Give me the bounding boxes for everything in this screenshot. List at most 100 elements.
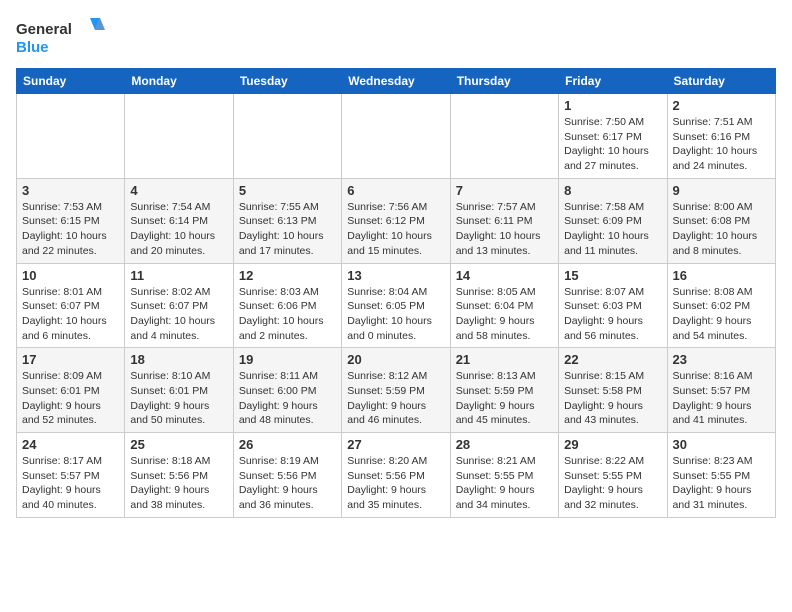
day-info: Sunrise: 8:10 AM Sunset: 6:01 PM Dayligh… — [130, 369, 227, 428]
day-info: Sunrise: 8:13 AM Sunset: 5:59 PM Dayligh… — [456, 369, 553, 428]
svg-text:Blue: Blue — [16, 39, 49, 56]
calendar-cell: 24 Sunrise: 8:17 AM Sunset: 5:57 PM Dayli… — [17, 433, 125, 518]
weekday-header-row: SundayMondayTuesdayWednesdayThursdayFrid… — [17, 69, 776, 94]
day-number: 13 — [347, 268, 444, 283]
day-number: 24 — [22, 437, 119, 452]
day-number: 6 — [347, 183, 444, 198]
weekday-header-tuesday: Tuesday — [233, 69, 341, 94]
weekday-header-wednesday: Wednesday — [342, 69, 450, 94]
calendar-cell: 25 Sunrise: 8:18 AM Sunset: 5:56 PM Dayli… — [125, 433, 233, 518]
day-info: Sunrise: 7:55 AM Sunset: 6:13 PM Dayligh… — [239, 200, 336, 259]
day-number: 3 — [22, 183, 119, 198]
day-info: Sunrise: 8:18 AM Sunset: 5:56 PM Dayligh… — [130, 454, 227, 513]
calendar-cell — [125, 94, 233, 179]
day-info: Sunrise: 8:01 AM Sunset: 6:07 PM Dayligh… — [22, 285, 119, 344]
day-number: 11 — [130, 268, 227, 283]
day-number: 1 — [564, 98, 661, 113]
day-info: Sunrise: 8:19 AM Sunset: 5:56 PM Dayligh… — [239, 454, 336, 513]
day-number: 30 — [673, 437, 770, 452]
calendar-cell: 1 Sunrise: 7:50 AM Sunset: 6:17 PM Daylig… — [559, 94, 667, 179]
day-number: 8 — [564, 183, 661, 198]
calendar-cell — [342, 94, 450, 179]
day-number: 27 — [347, 437, 444, 452]
day-info: Sunrise: 8:02 AM Sunset: 6:07 PM Dayligh… — [130, 285, 227, 344]
calendar-cell: 4 Sunrise: 7:54 AM Sunset: 6:14 PM Daylig… — [125, 178, 233, 263]
day-info: Sunrise: 7:56 AM Sunset: 6:12 PM Dayligh… — [347, 200, 444, 259]
day-number: 2 — [673, 98, 770, 113]
day-number: 28 — [456, 437, 553, 452]
day-number: 5 — [239, 183, 336, 198]
calendar-cell: 29 Sunrise: 8:22 AM Sunset: 5:55 PM Dayli… — [559, 433, 667, 518]
day-info: Sunrise: 8:20 AM Sunset: 5:56 PM Dayligh… — [347, 454, 444, 513]
calendar-cell: 3 Sunrise: 7:53 AM Sunset: 6:15 PM Daylig… — [17, 178, 125, 263]
day-number: 23 — [673, 352, 770, 367]
calendar-cell: 21 Sunrise: 8:13 AM Sunset: 5:59 PM Dayli… — [450, 348, 558, 433]
day-info: Sunrise: 8:00 AM Sunset: 6:08 PM Dayligh… — [673, 200, 770, 259]
day-number: 9 — [673, 183, 770, 198]
calendar-week-3: 10 Sunrise: 8:01 AM Sunset: 6:07 PM Dayli… — [17, 263, 776, 348]
calendar-week-1: 1 Sunrise: 7:50 AM Sunset: 6:17 PM Daylig… — [17, 94, 776, 179]
calendar-cell: 5 Sunrise: 7:55 AM Sunset: 6:13 PM Daylig… — [233, 178, 341, 263]
day-number: 15 — [564, 268, 661, 283]
calendar-cell — [233, 94, 341, 179]
day-number: 10 — [22, 268, 119, 283]
day-info: Sunrise: 8:16 AM Sunset: 5:57 PM Dayligh… — [673, 369, 770, 428]
calendar-cell: 19 Sunrise: 8:11 AM Sunset: 6:00 PM Dayli… — [233, 348, 341, 433]
day-number: 19 — [239, 352, 336, 367]
calendar-week-4: 17 Sunrise: 8:09 AM Sunset: 6:01 PM Dayli… — [17, 348, 776, 433]
day-number: 17 — [22, 352, 119, 367]
weekday-header-saturday: Saturday — [667, 69, 775, 94]
weekday-header-sunday: Sunday — [17, 69, 125, 94]
day-number: 20 — [347, 352, 444, 367]
day-info: Sunrise: 7:50 AM Sunset: 6:17 PM Dayligh… — [564, 115, 661, 174]
day-info: Sunrise: 8:21 AM Sunset: 5:55 PM Dayligh… — [456, 454, 553, 513]
calendar-cell: 11 Sunrise: 8:02 AM Sunset: 6:07 PM Dayli… — [125, 263, 233, 348]
calendar-cell: 18Sunrise: 8:10 AM Sunset: 6:01 PM Dayli… — [125, 348, 233, 433]
logo-svg: General Blue — [16, 16, 106, 60]
day-number: 21 — [456, 352, 553, 367]
day-info: Sunrise: 8:09 AM Sunset: 6:01 PM Dayligh… — [22, 369, 119, 428]
calendar-cell: 10 Sunrise: 8:01 AM Sunset: 6:07 PM Dayli… — [17, 263, 125, 348]
day-info: Sunrise: 8:03 AM Sunset: 6:06 PM Dayligh… — [239, 285, 336, 344]
day-info: Sunrise: 7:54 AM Sunset: 6:14 PM Dayligh… — [130, 200, 227, 259]
calendar-cell — [450, 94, 558, 179]
calendar-cell: 12 Sunrise: 8:03 AM Sunset: 6:06 PM Dayli… — [233, 263, 341, 348]
day-number: 22 — [564, 352, 661, 367]
calendar-cell: 6 Sunrise: 7:56 AM Sunset: 6:12 PM Daylig… — [342, 178, 450, 263]
calendar-cell: 17 Sunrise: 8:09 AM Sunset: 6:01 PM Dayli… — [17, 348, 125, 433]
weekday-header-friday: Friday — [559, 69, 667, 94]
day-number: 29 — [564, 437, 661, 452]
day-info: Sunrise: 8:07 AM Sunset: 6:03 PM Dayligh… — [564, 285, 661, 344]
calendar-cell: 27 Sunrise: 8:20 AM Sunset: 5:56 PM Dayli… — [342, 433, 450, 518]
calendar-cell: 28 Sunrise: 8:21 AM Sunset: 5:55 PM Dayli… — [450, 433, 558, 518]
day-info: Sunrise: 7:53 AM Sunset: 6:15 PM Dayligh… — [22, 200, 119, 259]
page-header: General Blue — [16, 16, 776, 60]
calendar-cell: 13Sunrise: 8:04 AM Sunset: 6:05 PM Dayli… — [342, 263, 450, 348]
calendar-cell: 20Sunrise: 8:12 AM Sunset: 5:59 PM Dayli… — [342, 348, 450, 433]
weekday-header-monday: Monday — [125, 69, 233, 94]
calendar-week-5: 24 Sunrise: 8:17 AM Sunset: 5:57 PM Dayli… — [17, 433, 776, 518]
calendar-table: SundayMondayTuesdayWednesdayThursdayFrid… — [16, 68, 776, 518]
day-number: 14 — [456, 268, 553, 283]
day-number: 4 — [130, 183, 227, 198]
day-info: Sunrise: 8:22 AM Sunset: 5:55 PM Dayligh… — [564, 454, 661, 513]
day-info: Sunrise: 8:11 AM Sunset: 6:00 PM Dayligh… — [239, 369, 336, 428]
day-info: Sunrise: 7:57 AM Sunset: 6:11 PM Dayligh… — [456, 200, 553, 259]
calendar-cell — [17, 94, 125, 179]
calendar-week-2: 3 Sunrise: 7:53 AM Sunset: 6:15 PM Daylig… — [17, 178, 776, 263]
day-number: 25 — [130, 437, 227, 452]
calendar-cell: 14Sunrise: 8:05 AM Sunset: 6:04 PM Dayli… — [450, 263, 558, 348]
svg-text:General: General — [16, 21, 72, 38]
calendar-cell: 26Sunrise: 8:19 AM Sunset: 5:56 PM Dayli… — [233, 433, 341, 518]
day-info: Sunrise: 8:17 AM Sunset: 5:57 PM Dayligh… — [22, 454, 119, 513]
calendar-cell: 23 Sunrise: 8:16 AM Sunset: 5:57 PM Dayli… — [667, 348, 775, 433]
calendar-cell: 8 Sunrise: 7:58 AM Sunset: 6:09 PM Daylig… — [559, 178, 667, 263]
day-info: Sunrise: 7:51 AM Sunset: 6:16 PM Dayligh… — [673, 115, 770, 174]
day-info: Sunrise: 7:58 AM Sunset: 6:09 PM Dayligh… — [564, 200, 661, 259]
calendar-cell: 9 Sunrise: 8:00 AM Sunset: 6:08 PM Daylig… — [667, 178, 775, 263]
logo: General Blue — [16, 16, 106, 60]
day-number: 12 — [239, 268, 336, 283]
calendar-cell: 7Sunrise: 7:57 AM Sunset: 6:11 PM Daylig… — [450, 178, 558, 263]
day-info: Sunrise: 8:15 AM Sunset: 5:58 PM Dayligh… — [564, 369, 661, 428]
weekday-header-thursday: Thursday — [450, 69, 558, 94]
